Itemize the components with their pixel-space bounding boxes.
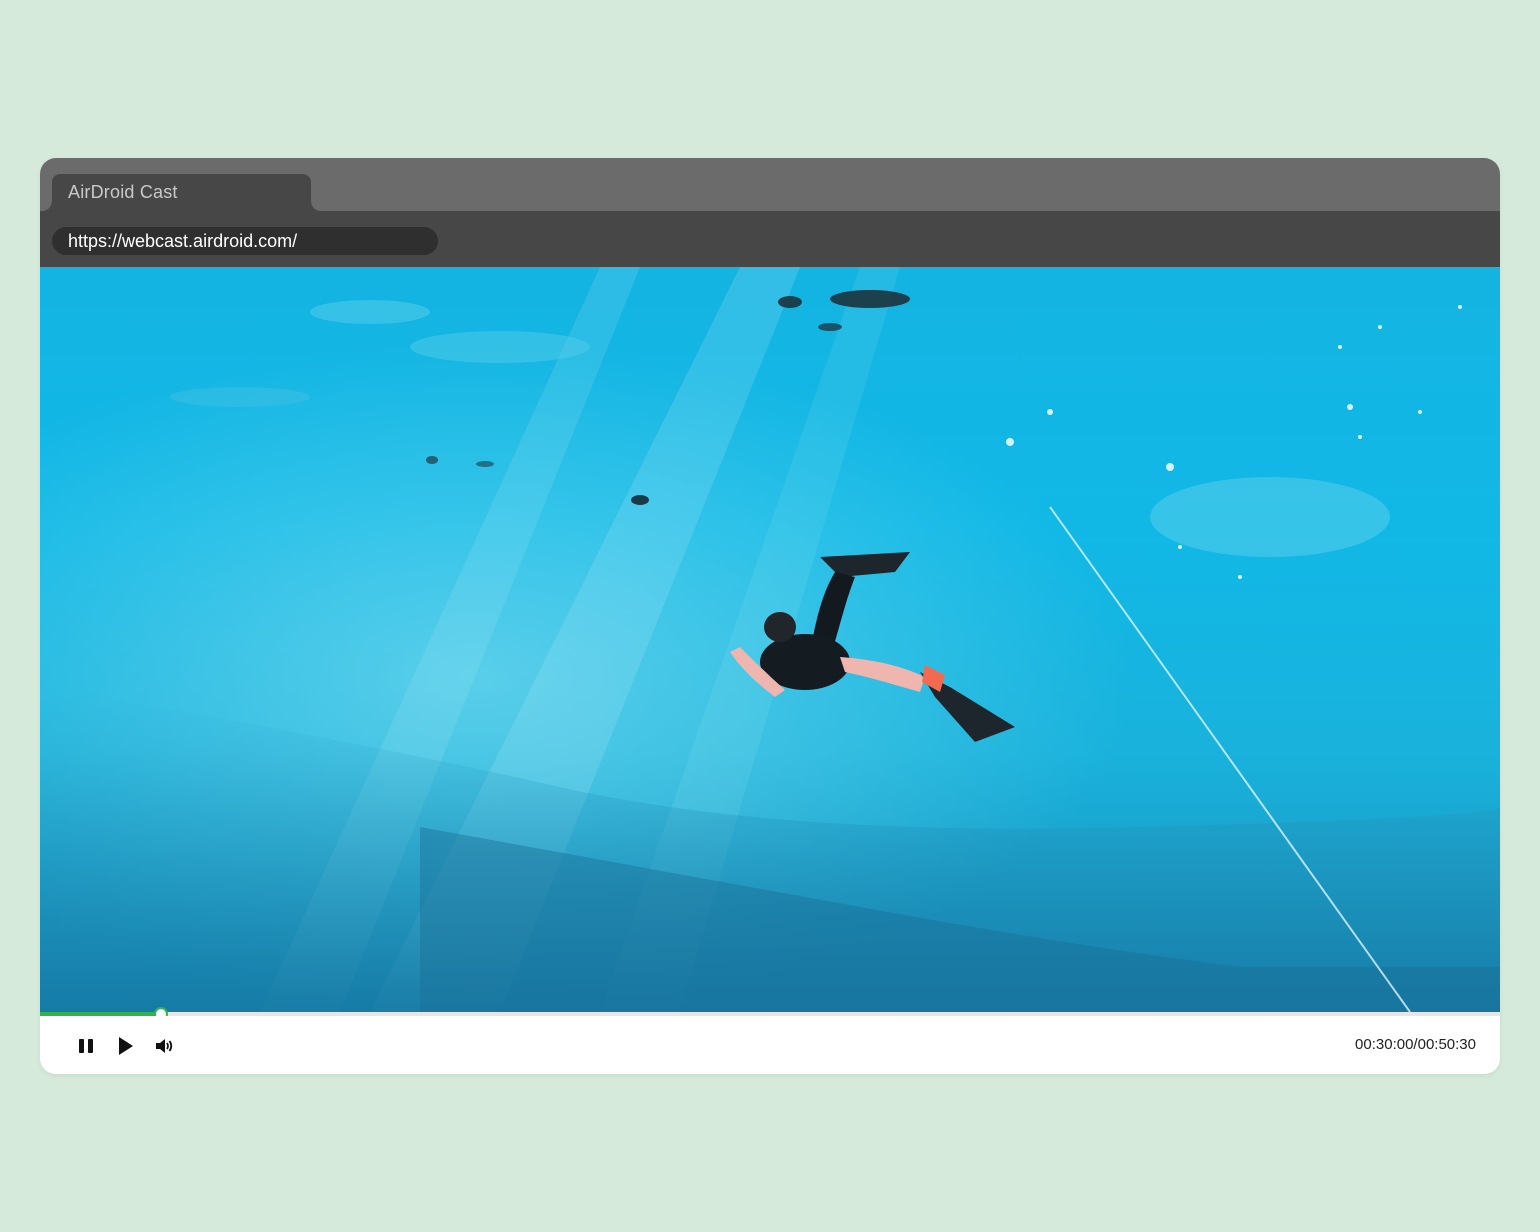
tab-bar: AirDroid Cast <box>40 158 1500 211</box>
video-frame[interactable] <box>40 267 1500 1012</box>
browser-window: AirDroid Cast https://webcast.airdroid.c… <box>40 158 1500 1074</box>
pause-icon <box>79 1039 93 1053</box>
tab-airdroid-cast[interactable]: AirDroid Cast <box>52 174 311 211</box>
time-display: 00:30:00/00:50:30 <box>1355 1036 1476 1053</box>
play-icon <box>119 1037 133 1055</box>
underwater-scene-image <box>40 267 1500 1012</box>
volume-button[interactable] <box>152 1034 176 1058</box>
tab-title: AirDroid Cast <box>68 182 178 202</box>
volume-icon <box>156 1039 173 1053</box>
url-field[interactable]: https://webcast.airdroid.com/ <box>52 227 438 255</box>
pause-button[interactable] <box>74 1034 98 1058</box>
player-controls: 00:30:00/00:50:30 <box>40 1016 1500 1074</box>
address-bar: https://webcast.airdroid.com/ <box>40 211 1500 267</box>
play-button[interactable] <box>113 1034 137 1058</box>
